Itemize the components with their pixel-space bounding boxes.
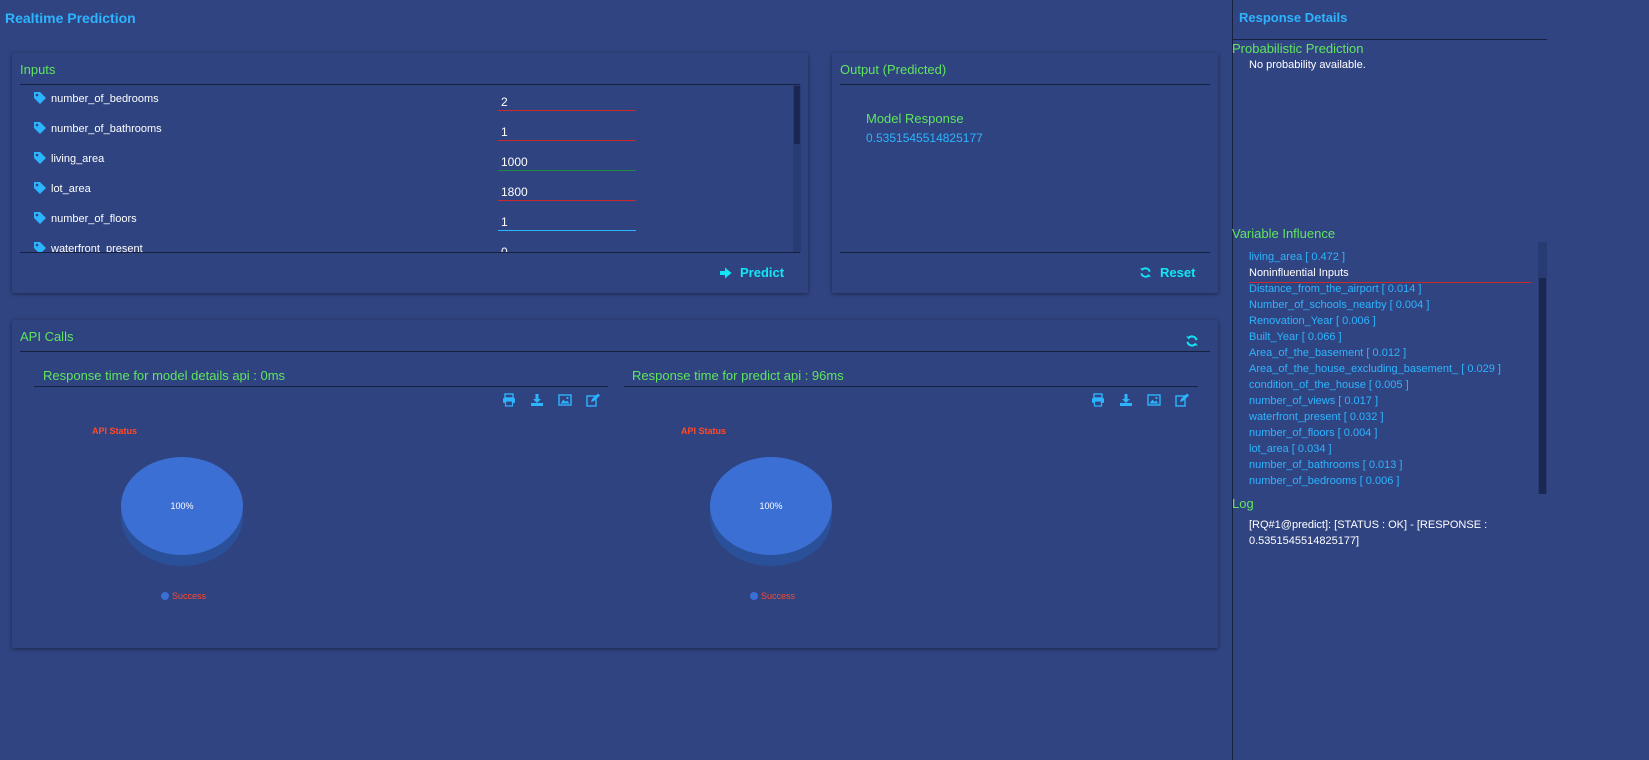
influence-item: Area_of_the_basement [ 0.012 ] xyxy=(1249,347,1407,359)
predict-response-time: Response time for predict api : 96ms xyxy=(632,368,844,383)
api-status-chart-title: API Status xyxy=(92,426,138,436)
edit-icon[interactable] xyxy=(1175,393,1189,407)
number-of-bedrooms-input[interactable] xyxy=(498,93,636,111)
influence-item: number_of_floors [ 0.004 ] xyxy=(1249,427,1378,439)
inputs-footer-divider xyxy=(20,252,800,253)
influence-item: living_area [ 0.472 ] xyxy=(1249,251,1346,263)
probabilistic-prediction-text: No probability available. xyxy=(1249,59,1366,71)
influence-item: Number_of_schools_nearby [ 0.004 ] xyxy=(1249,299,1430,311)
variable-influence-scrollbar-thumb[interactable] xyxy=(1539,278,1546,494)
model-response-value: 0.5351545514825177 xyxy=(866,131,983,145)
api-calls-divider xyxy=(20,351,1210,352)
download-icon[interactable] xyxy=(530,393,544,407)
influence-item: number_of_bathrooms [ 0.013 ] xyxy=(1249,459,1403,471)
inputs-panel: Inputs number_of_bedrooms number_of_bath… xyxy=(12,53,808,293)
influence-item: condition_of_the_house [ 0.005 ] xyxy=(1249,379,1409,391)
number-of-bathrooms-input[interactable] xyxy=(498,123,636,141)
predict-label: Predict xyxy=(740,265,785,280)
legend-marker xyxy=(750,592,758,600)
input-row-number-of-bathrooms: number_of_bathrooms xyxy=(20,115,790,145)
input-label: lot_area xyxy=(51,183,91,195)
input-label: living_area xyxy=(51,153,105,165)
model-details-response-time: Response time for model details api : 0m… xyxy=(43,368,286,383)
tag-icon xyxy=(34,242,46,252)
inputs-scrollbar-thumb[interactable] xyxy=(794,86,800,144)
api-calls-panel: API Calls Response time for model detail… xyxy=(12,320,1218,648)
inputs-title: Inputs xyxy=(20,62,56,77)
chart-divider xyxy=(624,386,1198,387)
input-row-number-of-floors: number_of_floors xyxy=(20,205,790,235)
reset-label: Reset xyxy=(1160,265,1196,280)
probabilistic-prediction-title: Probabilistic Prediction xyxy=(1232,41,1364,56)
edit-icon[interactable] xyxy=(586,393,600,407)
lot-area-input[interactable] xyxy=(498,183,636,201)
download-icon[interactable] xyxy=(1119,393,1133,407)
legend-label: Success xyxy=(761,591,796,601)
inputs-scrollbar[interactable] xyxy=(793,85,801,252)
predict-button[interactable]: Predict xyxy=(720,265,784,280)
image-icon[interactable] xyxy=(558,393,572,407)
input-label: number_of_bathrooms xyxy=(51,123,162,135)
variable-influence-scrollbar[interactable] xyxy=(1538,242,1547,494)
arrow-right-icon xyxy=(720,267,732,278)
output-panel: Output (Predicted) Model Response 0.5351… xyxy=(832,53,1218,293)
reset-button[interactable]: Reset xyxy=(1139,265,1195,280)
chart-legend[interactable]: Success xyxy=(161,591,206,601)
input-label: number_of_floors xyxy=(51,213,137,225)
influence-item: Renovation_Year [ 0.006 ] xyxy=(1249,315,1376,327)
variable-influence-title: Variable Influence xyxy=(1232,226,1336,241)
number-of-floors-input[interactable] xyxy=(498,213,636,231)
living-area-input[interactable] xyxy=(498,153,636,171)
legend-label: Success xyxy=(172,591,207,601)
influence-item: waterfront_present [ 0.032 ] xyxy=(1249,411,1384,423)
print-icon[interactable] xyxy=(502,393,516,407)
output-title: Output (Predicted) xyxy=(840,62,947,77)
input-row-number-of-bedrooms: number_of_bedrooms xyxy=(20,85,790,115)
refresh-icon xyxy=(1140,267,1151,278)
input-row-living-area: living_area xyxy=(20,145,790,175)
response-details-title: Response Details xyxy=(1239,10,1348,25)
api-status-pie-chart: 100% xyxy=(710,457,832,566)
legend-marker xyxy=(161,592,169,600)
tag-icon xyxy=(34,212,46,224)
page-title: Realtime Prediction xyxy=(5,10,136,26)
input-row-waterfront-present: waterfront_present xyxy=(20,235,790,252)
influence-item: lot_area [ 0.034 ] xyxy=(1249,443,1332,455)
api-calls-title: API Calls xyxy=(20,329,74,344)
pie-data-label: 100% xyxy=(170,501,193,511)
chart-divider xyxy=(34,386,608,387)
output-footer-divider xyxy=(840,252,1210,253)
log-entry: [RQ#1@predict]: [STATUS : OK] - [RESPONS… xyxy=(1249,519,1488,547)
influence-item: number_of_bedrooms [ 0.006 ] xyxy=(1249,475,1400,487)
refresh-icon[interactable] xyxy=(1185,334,1199,348)
chart-legend[interactable]: Success xyxy=(750,591,795,601)
model-response-title: Model Response xyxy=(866,111,964,126)
tag-icon xyxy=(34,122,46,134)
input-row-lot-area: lot_area xyxy=(20,175,790,205)
inputs-list[interactable]: number_of_bedrooms number_of_bathrooms l… xyxy=(20,85,802,252)
tag-icon xyxy=(34,182,46,194)
influence-item: Built_Year [ 0.066 ] xyxy=(1249,331,1342,343)
influence-item: number_of_views [ 0.017 ] xyxy=(1249,395,1379,407)
output-title-divider xyxy=(840,84,1210,85)
pie-data-label: 100% xyxy=(759,501,782,511)
api-status-chart-title: API Status xyxy=(681,426,727,436)
influence-item: Distance_from_the_airport [ 0.014 ] xyxy=(1249,283,1422,295)
tag-icon xyxy=(34,152,46,164)
image-icon[interactable] xyxy=(1147,393,1161,407)
tag-icon xyxy=(34,92,46,104)
variable-influence-list[interactable]: living_area [ 0.472 ] Noninfluential Inp… xyxy=(1232,242,1547,494)
waterfront-present-input[interactable] xyxy=(498,243,636,252)
influence-item: Area_of_the_house_excluding_basement_ [ … xyxy=(1249,363,1501,375)
api-status-pie-chart: 100% xyxy=(121,457,243,566)
log-title: Log xyxy=(1232,496,1254,511)
print-icon[interactable] xyxy=(1091,393,1105,407)
input-label: waterfront_present xyxy=(51,243,143,252)
response-details-divider xyxy=(1232,39,1547,40)
noninfluential-inputs-header: Noninfluential Inputs xyxy=(1249,267,1531,283)
input-label: number_of_bedrooms xyxy=(51,93,159,105)
